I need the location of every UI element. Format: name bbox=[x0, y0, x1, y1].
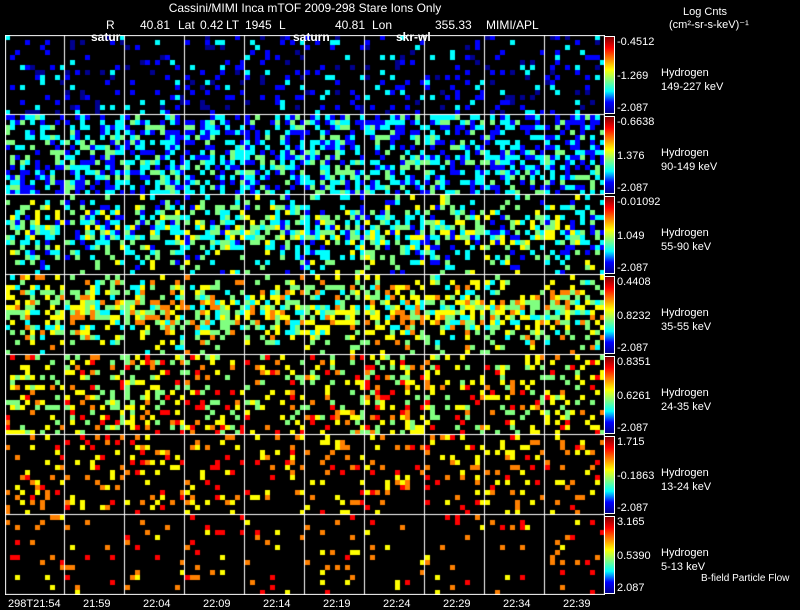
colorbar-mid: -1.269 bbox=[617, 70, 649, 82]
time-label: 22:14 bbox=[263, 598, 291, 610]
time-label: 22:04 bbox=[143, 598, 171, 610]
colorbar bbox=[604, 36, 615, 114]
colorbar-mid: 0.6261 bbox=[617, 390, 651, 402]
colorbar bbox=[604, 436, 615, 514]
colorbar-max: 1.715 bbox=[617, 436, 645, 448]
species: Hydrogen bbox=[661, 227, 709, 239]
species: Hydrogen bbox=[661, 67, 709, 79]
colorbar-max: -0.6638 bbox=[617, 116, 655, 128]
colorbar-mid: 0.8232 bbox=[617, 310, 651, 322]
colorbar-min: -2.087 bbox=[617, 342, 649, 354]
colorbar-mid: 1.049 bbox=[617, 230, 645, 242]
time-label: 22:29 bbox=[443, 598, 471, 610]
colorbar-mid: -0.1863 bbox=[617, 470, 655, 482]
colorbar bbox=[604, 276, 615, 354]
species: Hydrogen bbox=[661, 467, 709, 479]
energy-range: 5-13 keV bbox=[661, 561, 706, 573]
overlay-label: saturn bbox=[293, 30, 330, 44]
l-label: L bbox=[279, 18, 286, 32]
colorbar-min: 2.087 bbox=[617, 582, 645, 594]
energy-range: 24-35 keV bbox=[661, 401, 712, 413]
plot-title: Cassini/MIMI Inca mTOF 2009-298 Stare Io… bbox=[168, 1, 442, 15]
colorbar-mid: 1.376 bbox=[617, 150, 645, 162]
colorbar-min: -2.087 bbox=[617, 502, 649, 514]
colorbar-max: 0.4408 bbox=[617, 276, 651, 288]
r-value: 40.81 bbox=[140, 18, 171, 32]
credit: MIMI/APL bbox=[486, 18, 539, 32]
energy-range: 13-24 keV bbox=[661, 481, 712, 493]
row-label: Hydrogen 13-24 keV bbox=[661, 466, 711, 494]
lon-label: Lon bbox=[372, 18, 393, 32]
colorbar-max: 3.165 bbox=[617, 516, 645, 528]
time-label: 22:09 bbox=[203, 598, 231, 610]
row-label: Hydrogen 149-227 keV bbox=[661, 66, 723, 94]
colorbar-max: -0.01092 bbox=[617, 196, 661, 208]
time-label: 22:39 bbox=[563, 598, 591, 610]
energy-range: 149-227 keV bbox=[661, 81, 724, 93]
colorbar-units: (cm²-sr-s-keV)⁻¹ bbox=[669, 19, 749, 31]
footer-note: B-field Particle Flow bbox=[701, 573, 790, 584]
colorbar bbox=[604, 356, 615, 434]
species: Hydrogen bbox=[661, 147, 709, 159]
energy-range: 35-55 keV bbox=[661, 321, 712, 333]
colorbar bbox=[604, 116, 615, 194]
time-label: 22:19 bbox=[323, 598, 351, 610]
row-label: Hydrogen 55-90 keV bbox=[661, 226, 711, 254]
species: Hydrogen bbox=[661, 387, 709, 399]
row-label: Hydrogen 35-55 keV bbox=[661, 306, 711, 334]
time-label: 21:59 bbox=[83, 598, 111, 610]
colorbar-title: Log Cnts bbox=[683, 6, 728, 18]
lat-value: 0.42 bbox=[200, 18, 224, 32]
colorbar bbox=[604, 516, 615, 594]
energy-range: 90-149 keV bbox=[661, 161, 718, 173]
colorbar-min: -2.087 bbox=[617, 262, 649, 274]
row-label: Hydrogen 5-13 keV bbox=[661, 546, 709, 574]
time-label: 22:24 bbox=[383, 598, 411, 610]
species: Hydrogen bbox=[661, 307, 709, 319]
colorbar-max: -0.4512 bbox=[617, 36, 655, 48]
lat-label: Lat bbox=[178, 18, 195, 32]
l-value: 40.81 bbox=[335, 18, 366, 32]
row-label: Hydrogen 90-149 keV bbox=[661, 146, 717, 174]
colorbar-min: -2.087 bbox=[617, 182, 649, 194]
row-label: Hydrogen 24-35 keV bbox=[661, 386, 711, 414]
colorbar-max: 0.8351 bbox=[617, 356, 651, 368]
overlay-label: skr-wl bbox=[396, 30, 431, 44]
colorbar-mid: 0.5390 bbox=[617, 550, 651, 562]
lon-value: 355.33 bbox=[435, 18, 472, 32]
energy-range: 55-90 keV bbox=[661, 241, 712, 253]
species: Hydrogen bbox=[661, 547, 709, 559]
time-label: 298T21:54 bbox=[8, 598, 61, 610]
time-label: 22:34 bbox=[503, 598, 531, 610]
colorbar-min: -2.087 bbox=[617, 102, 649, 114]
colorbar bbox=[604, 196, 615, 274]
image-grid bbox=[5, 35, 605, 595]
colorbar-min: -2.087 bbox=[617, 422, 649, 434]
lt-value: 1945 bbox=[245, 18, 272, 32]
lt-label: LT bbox=[226, 18, 240, 32]
overlay-label: satur bbox=[91, 30, 121, 44]
